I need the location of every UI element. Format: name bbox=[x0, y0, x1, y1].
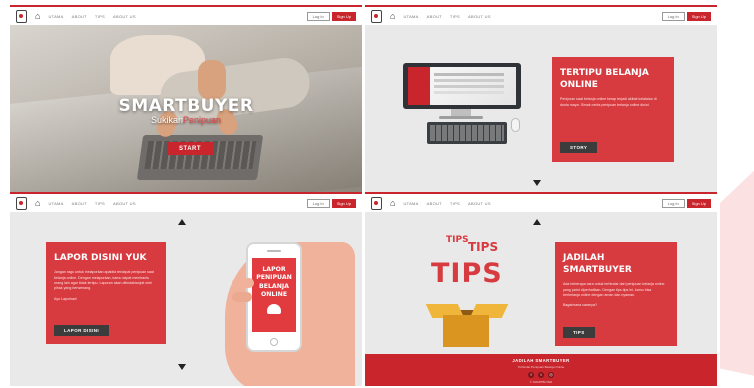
story-button[interactable]: STORY bbox=[560, 142, 598, 153]
logo-icon[interactable] bbox=[371, 196, 382, 210]
monitor-screen bbox=[408, 67, 516, 105]
nav-link-utama[interactable]: UTAMA bbox=[403, 201, 418, 206]
nav-link-about[interactable]: ABOUT bbox=[72, 14, 87, 19]
footer-title: JADILAH SMARTBUYER bbox=[512, 358, 570, 363]
decorative-shape bbox=[720, 165, 754, 377]
lapor-panel: ⌂ UTAMA ABOUT TIPS ABOUT US Log In Sign … bbox=[10, 192, 362, 386]
nav-link-about[interactable]: ABOUT bbox=[427, 14, 442, 19]
hero-subtitle: SukikanPenipuan bbox=[10, 115, 362, 125]
nav-link-about-us[interactable]: ABOUT US bbox=[113, 14, 136, 19]
finger bbox=[232, 292, 252, 302]
hero-title: SMARTBUYER bbox=[118, 96, 254, 116]
signup-button[interactable]: Sign Up bbox=[686, 11, 711, 21]
scroll-down-arrow-icon[interactable] bbox=[533, 180, 541, 186]
phone-speaker bbox=[267, 250, 281, 252]
phone-home-button bbox=[270, 338, 278, 346]
home-icon[interactable]: ⌂ bbox=[35, 11, 40, 21]
home-icon[interactable]: ⌂ bbox=[390, 11, 395, 21]
nav-link-tips[interactable]: TIPS bbox=[450, 201, 460, 206]
nav-link-utama[interactable]: UTAMA bbox=[48, 201, 63, 206]
logo-icon[interactable] bbox=[16, 196, 27, 210]
person-leg-skin bbox=[198, 60, 226, 100]
footer-social-icons: f t ◎ bbox=[365, 372, 717, 378]
tips-title: JADILAH SMARTBUYER bbox=[563, 253, 632, 276]
twitter-icon[interactable]: t bbox=[538, 372, 544, 378]
logo-icon[interactable] bbox=[16, 9, 27, 23]
nav-link-about-us[interactable]: ABOUT US bbox=[468, 201, 491, 206]
nav-link-utama[interactable]: UTAMA bbox=[48, 14, 63, 19]
hero-subtitle-prefix: Sukikan bbox=[150, 115, 183, 125]
tips-word-small: TIPS bbox=[446, 235, 469, 245]
tips-link[interactable]: Bagaimana caranya? bbox=[563, 303, 669, 308]
footer-subtitle: Terhindar Penipuan Belanja Online bbox=[517, 365, 565, 369]
home-icon[interactable]: ⌂ bbox=[35, 198, 40, 208]
signup-button[interactable]: Sign Up bbox=[686, 198, 711, 208]
tips-word-large: TIPS bbox=[431, 258, 503, 289]
phone-screen[interactable]: LAPOR PENIPUAN BELANJA ONLINE bbox=[252, 258, 296, 332]
login-button[interactable]: Log In bbox=[306, 198, 330, 208]
scroll-up-arrow-icon[interactable] bbox=[178, 219, 186, 225]
keyboard-illustration bbox=[427, 122, 507, 144]
tips-button[interactable]: TIPS bbox=[563, 327, 595, 338]
monitor-illustration bbox=[403, 63, 521, 109]
nav-link-about[interactable]: ABOUT bbox=[72, 201, 87, 206]
phone-text-line-4: ONLINE bbox=[260, 291, 288, 299]
instagram-icon[interactable]: ◎ bbox=[548, 372, 554, 378]
nav-link-utama[interactable]: UTAMA bbox=[403, 14, 418, 19]
login-button[interactable]: Log In bbox=[306, 11, 330, 21]
navbar: ⌂ UTAMA ABOUT TIPS ABOUT US Log In Sign … bbox=[365, 192, 717, 212]
scroll-down-arrow-icon[interactable] bbox=[178, 364, 186, 370]
login-button[interactable]: Log In bbox=[661, 198, 685, 208]
lapor-link[interactable]: Ayo Laporkan! bbox=[54, 297, 158, 302]
story-title: TERTIPU BELANJA ONLINE bbox=[560, 68, 649, 91]
login-button[interactable]: Log In bbox=[661, 11, 685, 21]
nav-link-tips[interactable]: TIPS bbox=[95, 14, 105, 19]
navbar: ⌂ UTAMA ABOUT TIPS ABOUT US Log In Sign … bbox=[365, 5, 717, 25]
tips-panel: ⌂ UTAMA ABOUT TIPS ABOUT US Log In Sign … bbox=[365, 192, 717, 386]
hero-subtitle-highlight: Penipuan bbox=[182, 115, 222, 125]
nav-link-tips[interactable]: TIPS bbox=[450, 14, 460, 19]
phone-text-line-3: BELANJA bbox=[259, 282, 289, 290]
tips-text: Ada beberapa cara untuk terhindar dari p… bbox=[563, 282, 665, 298]
navbar: ⌂ UTAMA ABOUT TIPS ABOUT US Log In Sign … bbox=[10, 192, 362, 212]
logo-icon[interactable] bbox=[371, 9, 382, 23]
tips-word-medium: TIPS bbox=[468, 240, 499, 254]
nav-link-about[interactable]: ABOUT bbox=[427, 201, 442, 206]
footer-copyright: © SMARTBUYER bbox=[529, 380, 553, 384]
footer: JADILAH SMARTBUYER Terhindar Penipuan Be… bbox=[365, 354, 717, 386]
mask-face-icon bbox=[267, 304, 281, 315]
lapor-text: Jangan ragu untuk melaporkan apabila ter… bbox=[54, 270, 154, 291]
lapor-button[interactable]: LAPOR DISINI bbox=[54, 325, 110, 336]
home-icon[interactable]: ⌂ bbox=[390, 198, 395, 208]
lapor-title: LAPOR DISINI YUK bbox=[54, 253, 147, 263]
story-panel: ⌂ UTAMA ABOUT TIPS ABOUT US Log In Sign … bbox=[365, 5, 717, 192]
story-card: TERTIPU BELANJA ONLINE Penipuan saat bel… bbox=[552, 57, 674, 162]
scroll-up-arrow-icon[interactable] bbox=[533, 219, 541, 225]
start-button[interactable]: START bbox=[167, 142, 213, 155]
phone-text-line-1: LAPOR bbox=[262, 266, 286, 273]
lapor-card: LAPOR DISINI YUK Jangan ragu untuk melap… bbox=[46, 242, 166, 344]
mouse-illustration bbox=[511, 118, 520, 132]
nav-link-about-us[interactable]: ABOUT US bbox=[113, 201, 136, 206]
tips-card: JADILAH SMARTBUYER Ada beberapa cara unt… bbox=[555, 242, 677, 346]
facebook-icon[interactable]: f bbox=[528, 372, 534, 378]
signup-button[interactable]: Sign Up bbox=[331, 11, 356, 21]
navbar: ⌂ UTAMA ABOUT TIPS ABOUT US Log In Sign … bbox=[10, 5, 362, 25]
hero-panel: ⌂ UTAMA ABOUT TIPS ABOUT US Log In Sign … bbox=[10, 5, 362, 192]
story-text: Penipuan saat belanja online kerap terja… bbox=[560, 97, 657, 107]
signup-button[interactable]: Sign Up bbox=[331, 198, 356, 208]
nav-link-about-us[interactable]: ABOUT US bbox=[468, 14, 491, 19]
phone-illustration: LAPOR PENIPUAN BELANJA ONLINE bbox=[246, 242, 302, 352]
monitor-stand-base bbox=[439, 116, 483, 119]
phone-text-line-2: PENIPUAN bbox=[256, 274, 292, 282]
open-box-icon bbox=[443, 315, 489, 347]
nav-link-tips[interactable]: TIPS bbox=[95, 201, 105, 206]
finger bbox=[232, 278, 254, 288]
